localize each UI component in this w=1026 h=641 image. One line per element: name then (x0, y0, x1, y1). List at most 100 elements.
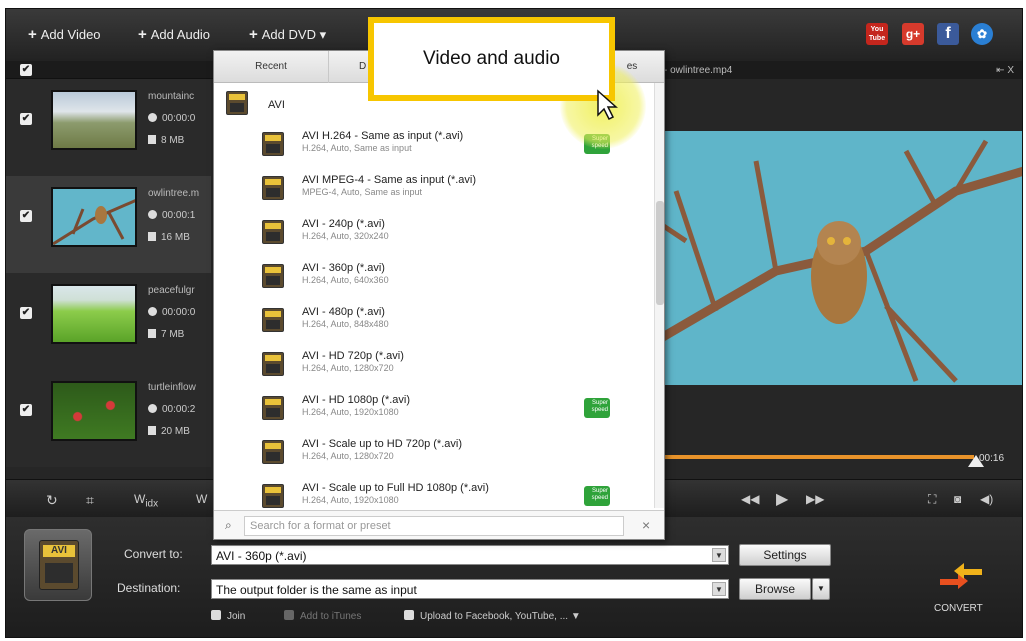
format-details: H.264, Auto, 320x240 (302, 231, 389, 241)
rewind-icon[interactable]: ◀◀ (741, 492, 759, 506)
file-checkbox[interactable]: ✔ (20, 404, 32, 416)
file-item-peaceful[interactable]: ✔ peacefulgr 00:00:0 7 MB (6, 273, 211, 370)
avi-icon (262, 176, 284, 200)
add-dvd-label: Add DVD (261, 27, 316, 42)
avi-icon (262, 440, 284, 464)
format-name: AVI - 240p (*.avi) (302, 218, 385, 230)
itunes-checkbox[interactable]: Add to iTunes (284, 610, 361, 622)
youtube-icon[interactable]: You Tube (866, 23, 888, 45)
preview-close-button[interactable]: ⇤ X (996, 65, 1014, 76)
play-icon[interactable]: ▶ (776, 489, 788, 509)
snapshot-icon[interactable]: ◙ (954, 492, 961, 506)
category-label: AVI (268, 99, 285, 111)
format-badge-label: AVI (43, 545, 75, 557)
file-duration: 00:00:1 (148, 210, 195, 221)
avi-format-icon: AVI (39, 540, 79, 590)
video-preview[interactable] (656, 131, 1022, 385)
preview-header: - owlintree.mp4 ⇤ X (656, 61, 1022, 79)
film-icon (148, 329, 156, 338)
tab-recent[interactable]: Recent (214, 51, 329, 83)
format-list: AVI AVI H.264 - Same as input (*.avi) H.… (214, 83, 654, 508)
convert-to-select[interactable]: AVI - 360p (*.avi) ▼ (211, 545, 729, 565)
file-size: 20 MB (148, 426, 190, 437)
file-thumbnail (51, 381, 137, 441)
clock-icon (148, 210, 157, 219)
add-dvd-button[interactable]: + Add DVD ▾ (249, 26, 326, 43)
clear-search-button[interactable]: × (642, 517, 650, 533)
file-thumbnail (51, 284, 137, 344)
dropdown-scroll-thumb[interactable] (656, 201, 664, 305)
file-size: 8 MB (148, 135, 184, 146)
avi-icon (262, 352, 284, 376)
format-item[interactable]: AVI MPEG-4 - Same as input (*.avi) MPEG-… (214, 174, 654, 216)
browse-dropdown-button[interactable]: ▼ (812, 578, 830, 600)
seek-bar[interactable] (656, 455, 974, 459)
mouse-cursor-icon (596, 89, 620, 124)
format-details: H.264, Auto, 848x480 (302, 319, 389, 329)
tab-devices[interactable]: D (329, 51, 369, 83)
file-name: peacefulgr (148, 285, 195, 296)
avi-icon (262, 264, 284, 288)
convert-arrows-icon[interactable] (936, 559, 986, 589)
file-duration: 00:00:2 (148, 404, 195, 415)
search-input[interactable]: Search for a format or preset (244, 516, 624, 536)
watermark-button[interactable]: Widx (134, 492, 158, 509)
file-name: owlintree.m (148, 188, 200, 199)
file-name: mountainc (148, 91, 195, 102)
format-item[interactable]: AVI - HD 720p (*.avi) H.264, Auto, 1280x… (214, 350, 654, 392)
format-item[interactable]: AVI - HD 1080p (*.avi) H.264, Auto, 1920… (214, 394, 654, 436)
format-item[interactable]: AVI - 240p (*.avi) H.264, Auto, 320x240 (214, 218, 654, 260)
rotate-icon[interactable]: ↻ (46, 492, 58, 509)
output-format-button[interactable]: AVI (24, 529, 92, 601)
format-item[interactable]: AVI - Scale up to HD 720p (*.avi) H.264,… (214, 438, 654, 480)
join-checkbox[interactable]: Join (211, 610, 245, 622)
facebook-icon[interactable]: f (937, 23, 959, 45)
fullscreen-icon[interactable]: ⛶ (928, 492, 936, 507)
select-all-checkbox[interactable]: ✔ (20, 64, 32, 76)
file-checkbox[interactable]: ✔ (20, 307, 32, 319)
super-speed-badge: Super speed (584, 398, 610, 418)
film-icon (148, 232, 156, 241)
format-details: H.264, Auto, Same as input (302, 143, 412, 153)
format-details: H.264, Auto, 1280x720 (302, 363, 394, 373)
format-details: MPEG-4, Auto, Same as input (302, 187, 423, 197)
search-icon: ⌕ (225, 518, 232, 532)
crop-icon[interactable]: ⌗ (86, 492, 94, 509)
vk-share-icon[interactable]: ✿ (971, 23, 993, 45)
add-video-button[interactable]: + Add Video (28, 26, 101, 43)
browse-button[interactable]: Browse (739, 578, 811, 600)
add-audio-button[interactable]: + Add Audio (138, 26, 210, 43)
upload-checkbox[interactable]: Upload to Facebook, YouTube, ... ▼ (404, 610, 581, 622)
chevron-down-icon[interactable]: ▼ (712, 582, 726, 596)
google-plus-icon[interactable]: g+ (902, 23, 924, 45)
format-name: AVI - HD 720p (*.avi) (302, 350, 404, 362)
preview-filename: - owlintree.mp4 (664, 65, 733, 76)
destination-select[interactable]: The output folder is the same as input ▼ (211, 579, 729, 599)
format-name: AVI H.264 - Same as input (*.avi) (302, 130, 464, 142)
file-item-owl[interactable]: ✔ owlintree.m 00:00:1 16 MB (6, 176, 211, 273)
chevron-down-icon[interactable]: ▼ (712, 548, 726, 562)
file-item-turtle[interactable]: ✔ turtleinflow 00:00:2 20 MB (6, 370, 211, 467)
format-details: H.264, Auto, 1920x1080 (302, 495, 399, 505)
avi-icon (262, 396, 284, 420)
convert-to-label: Convert to: (124, 547, 183, 561)
file-size: 16 MB (148, 232, 190, 243)
effects-button[interactable]: W (196, 492, 207, 506)
file-item-mountain[interactable]: ✔ mountainc 00:00:0 8 MB (6, 79, 211, 176)
format-name: AVI - Scale up to Full HD 1080p (*.avi) (302, 482, 489, 494)
format-item[interactable]: AVI - 480p (*.avi) H.264, Auto, 848x480 (214, 306, 654, 348)
fast-forward-icon[interactable]: ▶▶ (806, 492, 824, 506)
avi-icon (262, 308, 284, 332)
format-name: AVI - 360p (*.avi) (302, 262, 385, 274)
file-checkbox[interactable]: ✔ (20, 210, 32, 222)
settings-button[interactable]: Settings (739, 544, 831, 566)
file-thumbnail (51, 90, 137, 150)
format-name: AVI MPEG-4 - Same as input (*.avi) (302, 174, 477, 186)
convert-button[interactable]: CONVERT (934, 603, 983, 614)
file-checkbox[interactable]: ✔ (20, 113, 32, 125)
format-item[interactable]: AVI - 360p (*.avi) H.264, Auto, 640x360 (214, 262, 654, 304)
volume-icon[interactable]: ◀) (980, 492, 993, 506)
format-name: AVI - Scale up to HD 720p (*.avi) (302, 438, 462, 450)
format-details: H.264, Auto, 1280x720 (302, 451, 394, 461)
avi-icon (262, 220, 284, 244)
